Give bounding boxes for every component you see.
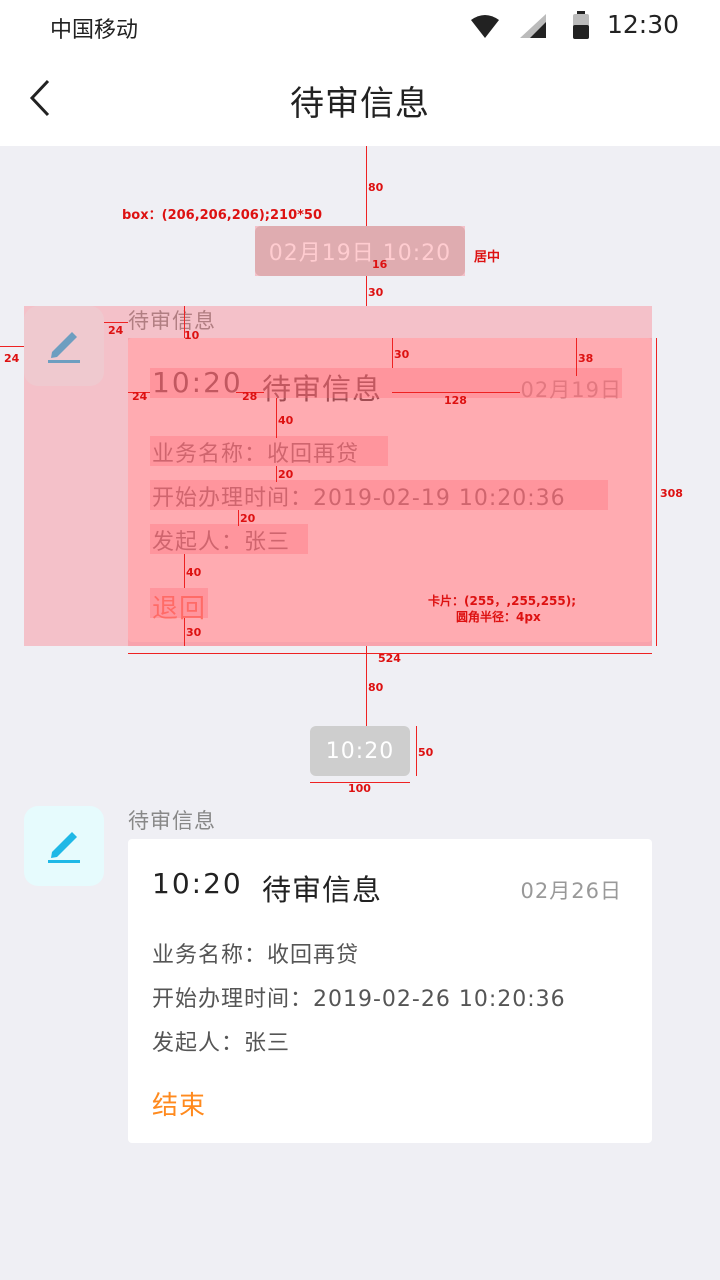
spec-label: 40 [186, 566, 202, 579]
spec-box-pill [255, 226, 465, 276]
time-pill: 10:20 [310, 726, 410, 776]
page-title: 待审信息 [290, 84, 430, 124]
spec-label: 30 [186, 626, 202, 639]
spec-label: 50 [418, 746, 434, 759]
spec-line [184, 554, 185, 588]
spec-line [416, 726, 417, 776]
spec-line [656, 338, 657, 646]
spec-label: box：(206,206,206);210*50 [122, 208, 323, 223]
edit-icon [42, 822, 86, 870]
spec-label: 524 [378, 652, 401, 665]
wifi-icon [470, 14, 500, 42]
avatar [24, 806, 104, 886]
spec-box-row2 [150, 480, 608, 510]
start-time-row: 开始办理时间：2019-02-26 10:20:36 [152, 987, 566, 1012]
card-time: 10:20 [152, 867, 243, 900]
spec-line [104, 322, 128, 323]
spec-label: 100 [348, 782, 371, 795]
spec-line [576, 338, 577, 376]
spec-box-row1 [150, 436, 388, 466]
spec-label: 居中 [474, 250, 501, 265]
spec-label: 卡片：(255，,255,255); [428, 594, 577, 608]
spec-label: 16 [372, 258, 388, 271]
spec-label: 30 [394, 348, 410, 361]
card-title: 待审信息 [262, 873, 383, 907]
spec-label: 308 [660, 487, 683, 500]
spec-label: 38 [578, 352, 594, 365]
spec-line [392, 338, 393, 368]
spec-line [366, 646, 367, 726]
spec-line [0, 346, 24, 347]
initiator-row: 发起人：张三 [152, 1031, 291, 1056]
spec-line [392, 392, 520, 393]
spec-label: 24 [4, 352, 20, 365]
spec-label: 10 [184, 329, 200, 342]
sender-name: 待审信息 [128, 809, 216, 833]
spec-box-row3 [150, 524, 308, 554]
spec-label: 圆角半径：4px [456, 610, 541, 624]
end-button[interactable]: 结束 [152, 1085, 206, 1122]
spec-label: 20 [278, 468, 294, 481]
spec-label: 28 [242, 390, 258, 403]
business-name-row: 业务名称：收回再贷 [152, 943, 360, 968]
spec-line [238, 510, 239, 526]
spec-box-header [150, 368, 622, 398]
spec-line [276, 398, 277, 438]
card-date: 02月26日 [520, 879, 622, 903]
clock-label: 12:30 [607, 10, 680, 39]
spec-line [366, 276, 367, 306]
signal-icon [520, 14, 546, 42]
battery-icon [572, 11, 590, 43]
spec-label: 30 [368, 286, 384, 299]
spec-label: 40 [278, 414, 294, 427]
spec-label: 128 [444, 394, 467, 407]
spec-label: 24 [132, 390, 148, 403]
spec-label: 80 [368, 181, 384, 194]
top-bar: 中国移动 12:30 待审信息 [0, 0, 720, 146]
carrier-label: 中国移动 [50, 18, 139, 43]
message-card[interactable]: 10:20 待审信息 02月26日 业务名称：收回再贷 开始办理时间：2019-… [128, 839, 652, 1143]
spec-box-action [150, 588, 208, 618]
spec-label: 80 [368, 681, 384, 694]
spec-line [184, 618, 185, 646]
spec-label: 20 [240, 512, 256, 525]
spec-label: 24 [108, 324, 124, 337]
spec-line [276, 466, 277, 482]
spec-line [366, 146, 367, 226]
